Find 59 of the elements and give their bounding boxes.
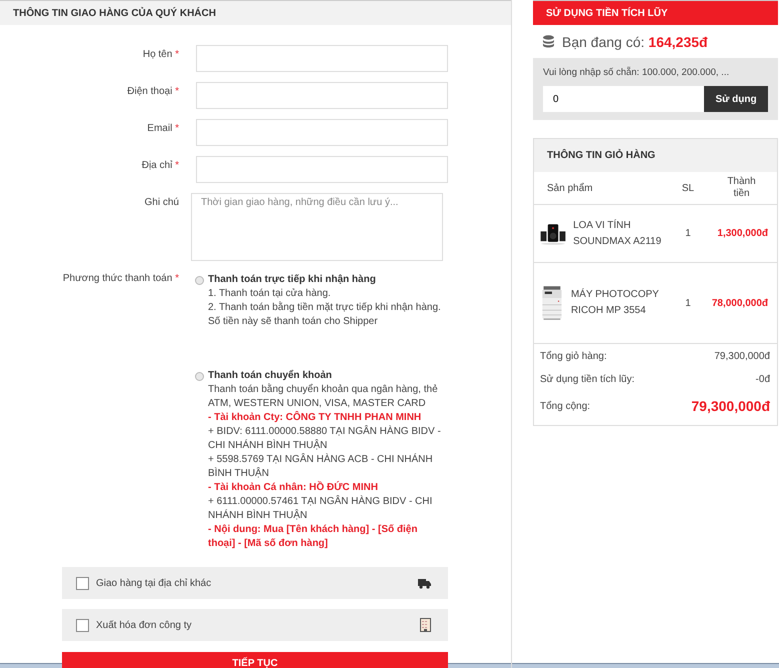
product-name: MÁY PHOTOCOPY RICOH MP 3554: [570, 287, 660, 318]
highlight-text: - Nội dung: Mua [Tên khách hàng] - [Số điện thoại] - [Mã số đơn hàng]: [208, 523, 418, 551]
field-label: Họ tên: [142, 49, 172, 60]
use-button[interactable]: Sử dụng: [704, 86, 768, 112]
panel-title: THÔNG TIN GIỎ HÀNG: [534, 139, 777, 172]
required-mark: *: [175, 86, 179, 97]
payment-info-text: 1. Thanh toán tại cửa hàng.: [208, 287, 332, 301]
truck-icon: [418, 578, 431, 588]
input-field[interactable]: [196, 119, 448, 146]
input-field[interactable]: [196, 156, 448, 183]
product-name: LOA VI TÍNH SOUNDMAX A2119: [573, 218, 662, 248]
quantity-text: 1: [684, 228, 692, 239]
balance-text: Bạn đang có: 164,235đ: [562, 34, 708, 50]
required-mark: *: [175, 273, 179, 284]
option-label: Xuất hóa đơn công ty: [96, 620, 193, 630]
column-header: Sản phẩm: [546, 182, 594, 194]
field-label: Phương thức thanh toán: [62, 273, 172, 284]
input-field[interactable]: [196, 82, 448, 109]
field-label: Email: [147, 123, 172, 134]
building-icon: [420, 618, 431, 632]
field-label: Điện thoại: [127, 86, 172, 97]
coin-stack-icon: [543, 35, 554, 48]
quantity-text: 1: [684, 298, 692, 308]
hint-text: Vui lòng nhập số chẵn: 100.000, 200.000, ...: [543, 67, 730, 78]
amount-field[interactable]: 0: [543, 86, 704, 112]
total-value: -0đ: [756, 374, 770, 385]
checkbox[interactable]: [76, 618, 89, 632]
total-value: 79,300,000đ: [714, 351, 770, 362]
note-field[interactable]: Thời gian giao hàng, những điều cần lưu ý...: [191, 193, 443, 261]
highlight-text: - Tài khoản Cty: CÔNG TY TNHH PHAN MINH: [208, 411, 422, 425]
price-text: 78,000,000đ: [710, 298, 769, 308]
payment-info-text: + 5598.5769 TẠI NGÂN HÀNG ACB - CHI NHÁNH BÌNH THUẬN: [208, 453, 434, 481]
radio-button[interactable]: [195, 372, 204, 381]
field-label: Ghi chú: [144, 197, 179, 208]
option-label: Giao hàng tại địa chỉ khác: [96, 578, 212, 588]
input-field[interactable]: [196, 45, 448, 72]
radio-button[interactable]: [195, 276, 204, 285]
total-label: Tổng cộng:: [540, 400, 590, 412]
required-mark: *: [175, 49, 179, 60]
total-label: Sử dụng tiền tích lũy:: [540, 374, 635, 385]
total-label: Tổng giỏ hàng:: [540, 351, 607, 362]
payment-info-text: + 6111.00000.57461 TẠI NGÂN HÀNG BIDV - CHI NHÁNH BÌNH THUẬN: [208, 495, 434, 523]
panel-title: SỬ DỤNG TIỀN TÍCH LŨY: [533, 0, 778, 25]
payment-method-title: Thanh toán chuyển khoản: [208, 369, 333, 383]
checkbox[interactable]: [76, 576, 89, 590]
field-label: Địa chỉ: [142, 160, 172, 171]
column-header: Thành tiền: [726, 176, 756, 200]
continue-button[interactable]: TIẾP TỤC: [62, 652, 448, 668]
payment-info-text: + BIDV: 6111.00000.58880 TẠI NGÂN HÀNG BIDV - CHI NHÁNH BÌNH THUẬN: [208, 425, 442, 453]
payment-method-title: Thanh toán trực tiếp khi nhận hàng: [208, 273, 377, 287]
column-header: SL: [680, 182, 696, 194]
section-title: THÔNG TIN GIAO HÀNG CỦA QUÝ KHÁCH: [0, 0, 511, 25]
total-value: 79,300,000đ: [691, 398, 770, 414]
payment-info-text: 2. Thanh toán bằng tiền mặt trực tiếp khi nhận hàng. Số tiền này sẽ thanh toán cho Shipper: [208, 301, 442, 329]
required-mark: *: [175, 123, 179, 134]
highlight-text: - Tài khoản Cá nhân: HỒ ĐỨC MINH: [208, 481, 379, 495]
price-text: 1,300,000đ: [716, 228, 769, 239]
payment-info-text: Thanh toán bằng chuyển khoản qua ngân hàng, thẻ ATM, WESTERN UNION, VISA, MASTER CARD: [208, 383, 439, 411]
required-mark: *: [175, 160, 179, 171]
